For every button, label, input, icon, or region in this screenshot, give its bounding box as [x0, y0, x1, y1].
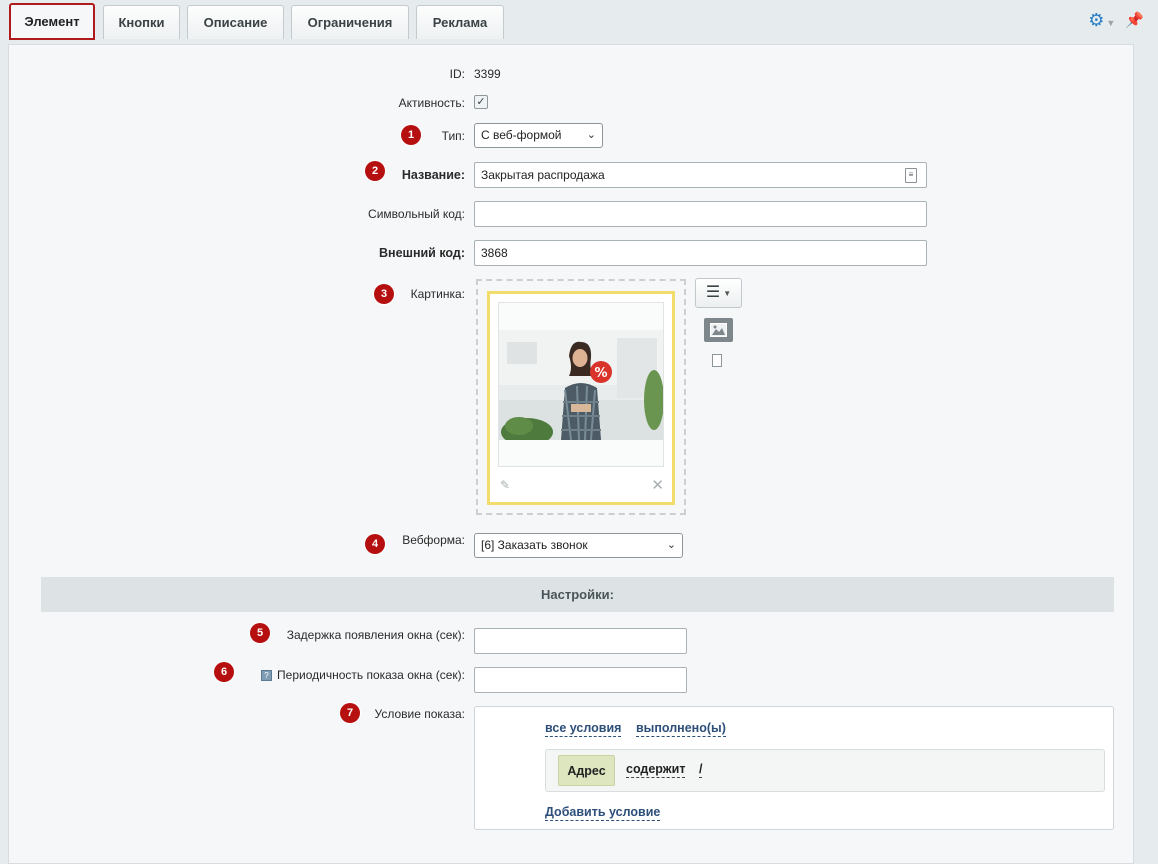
close-icon[interactable]: ✕: [651, 476, 664, 494]
condition-rule: Адрес содержит /: [545, 749, 1105, 792]
gear-icon: ⚙: [1088, 10, 1105, 30]
picture-thumbnail: %: [499, 330, 663, 440]
picture-label: Картинка:: [410, 287, 465, 301]
type-label: Тип:: [441, 129, 465, 143]
hint-badge: 3: [374, 284, 394, 304]
tab-bar: Элемент Кнопки Описание Ограничения Рекл…: [0, 0, 1158, 44]
image-source-button[interactable]: [704, 318, 733, 342]
add-condition-link[interactable]: Добавить условие: [545, 805, 661, 821]
delay-input[interactable]: [474, 628, 687, 654]
period-label-text: Периодичность показа окна (сек):: [277, 668, 465, 682]
tab-label: Реклама: [432, 15, 488, 30]
hint-badge: 1: [401, 125, 421, 145]
id-label: ID:: [449, 67, 465, 81]
tab-description[interactable]: Описание: [187, 5, 284, 39]
active-label: Активность:: [398, 96, 465, 110]
external-code-input-value: 3868: [481, 246, 508, 260]
settings-section-header: Настройки:: [41, 577, 1114, 612]
type-select[interactable]: С веб-формой ⌄: [474, 123, 603, 148]
condition-label: Условие показа:: [374, 707, 465, 721]
condition-value[interactable]: /: [699, 762, 703, 778]
settings-menu-button[interactable]: ⚙ ▼: [1088, 11, 1115, 29]
external-code-input[interactable]: 3868: [474, 240, 927, 266]
chevron-down-icon: ⌄: [666, 539, 676, 551]
chevron-down-icon: ⌄: [586, 129, 596, 141]
period-label: ? Периодичность показа окна (сек):: [261, 668, 465, 682]
condition-field-tag[interactable]: Адрес: [558, 755, 615, 786]
pin-icon[interactable]: 📌: [1125, 11, 1144, 29]
svg-text:%: %: [594, 366, 607, 381]
tab-restrictions[interactable]: Ограничения: [291, 5, 409, 39]
file-icon[interactable]: [712, 354, 722, 367]
picture-menu-button[interactable]: ☰ ▼: [695, 278, 742, 308]
webform-select[interactable]: [6] Заказать звонок ⌄: [474, 533, 683, 558]
edit-icon[interactable]: ✎: [500, 478, 510, 492]
picture-dropzone[interactable]: % ✎ ✕: [476, 279, 686, 515]
tab-ads[interactable]: Реклама: [416, 5, 504, 39]
hint-badge: 5: [250, 623, 270, 643]
hint-badge: 6: [214, 662, 234, 682]
tab-label: Описание: [203, 15, 268, 30]
picture-frame: %: [498, 302, 664, 467]
hint-badge: 7: [340, 703, 360, 723]
condition-state-link[interactable]: выполнено(ы): [636, 721, 726, 737]
active-checkbox[interactable]: ✓: [474, 95, 488, 109]
tab-label: Ограничения: [307, 15, 393, 30]
code-input[interactable]: [474, 201, 927, 227]
hint-badge: 2: [365, 161, 385, 181]
external-code-label: Внешний код:: [379, 246, 465, 260]
tab-element[interactable]: Элемент: [9, 3, 95, 40]
chevron-down-icon: ▼: [723, 288, 732, 298]
condition-scope-link[interactable]: все условия: [545, 721, 622, 737]
picture-card: % ✎ ✕: [487, 291, 675, 505]
tab-tools: ⚙ ▼ 📌: [1088, 11, 1144, 29]
tab-label: Элемент: [24, 14, 80, 29]
name-input-value: Закрытая распродажа: [481, 168, 605, 182]
name-input[interactable]: Закрытая распродажа ≡: [474, 162, 927, 188]
image-icon: [710, 323, 727, 337]
chevron-down-icon: ▼: [1106, 18, 1116, 28]
hamburger-icon: ☰: [705, 284, 721, 301]
translate-icon[interactable]: ≡: [905, 168, 917, 183]
code-label: Символьный код:: [368, 207, 465, 221]
delay-label: Задержка появления окна (сек):: [286, 628, 465, 642]
webform-select-value: [6] Заказать звонок: [481, 538, 588, 552]
tab-buttons[interactable]: Кнопки: [103, 5, 180, 39]
type-select-value: С веб-формой: [481, 128, 562, 142]
name-label: Название:: [401, 168, 465, 182]
help-icon[interactable]: ?: [261, 670, 273, 682]
webform-label: Вебформа:: [402, 533, 465, 547]
hint-badge: 4: [365, 534, 385, 554]
condition-operator[interactable]: содержит: [626, 762, 686, 778]
period-input[interactable]: [474, 667, 687, 693]
id-value: 3399: [474, 67, 501, 81]
tab-label: Кнопки: [118, 15, 165, 30]
condition-builder: все условия выполнено(ы) Адрес содержит …: [474, 706, 1114, 830]
